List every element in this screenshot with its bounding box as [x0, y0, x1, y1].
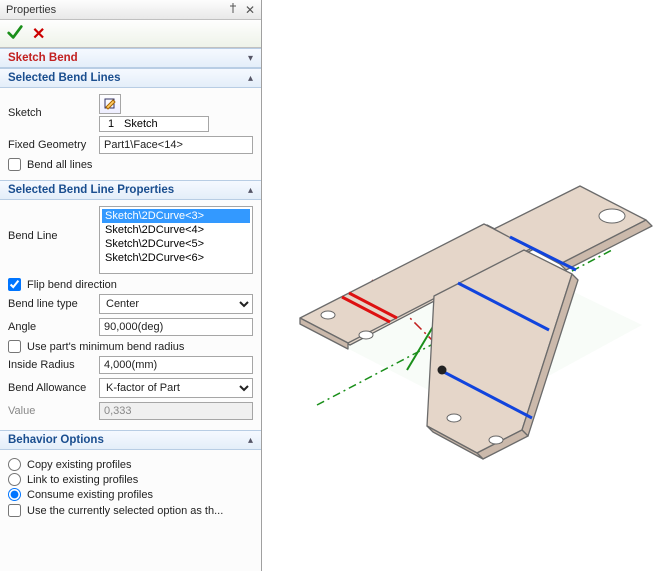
- properties-panel: Properties ✕ ✕ Sketch Bend ▾ Selected Be…: [0, 0, 262, 571]
- use-min-radius-label: Use part's minimum bend radius: [27, 341, 184, 353]
- bend-all-lines-label: Bend all lines: [27, 159, 92, 171]
- section-selected-bend-lines-header[interactable]: Selected Bend Lines ▴: [0, 68, 261, 88]
- section-title: Behavior Options: [8, 434, 104, 446]
- consume-profiles-label: Consume existing profiles: [27, 489, 153, 501]
- ok-button[interactable]: [6, 23, 24, 44]
- link-profiles-label: Link to existing profiles: [27, 474, 138, 486]
- feature-name: Sketch Bend: [8, 52, 78, 64]
- copy-profiles-label: Copy existing profiles: [27, 459, 132, 471]
- chevron-up-icon: ▴: [248, 435, 253, 446]
- cancel-button[interactable]: ✕: [32, 24, 45, 44]
- inside-radius-label: Inside Radius: [8, 359, 93, 371]
- chevron-up-icon: ▴: [248, 73, 253, 84]
- bend-line-item[interactable]: Sketch\2DCurve<5>: [102, 237, 250, 251]
- section-bend-props-header[interactable]: Selected Bend Line Properties ▴: [0, 180, 261, 200]
- model-viewport[interactable]: [262, 0, 658, 571]
- sketch-index: 1: [104, 118, 118, 130]
- panel-titlebar: Properties ✕: [0, 0, 261, 20]
- copy-profiles-input[interactable]: [8, 458, 21, 471]
- flip-bend-label: Flip bend direction: [27, 279, 117, 291]
- value-input: [99, 402, 253, 420]
- section-bend-props-body: Bend Line Sketch\2DCurve<3> Sketch\2DCur…: [0, 200, 261, 430]
- bend-allowance-label: Bend Allowance: [8, 382, 93, 394]
- edit-sketch-button[interactable]: [99, 94, 121, 114]
- chevron-down-icon: ▾: [248, 53, 253, 64]
- bend-line-type-select[interactable]: Center: [99, 294, 253, 314]
- consume-profiles-input[interactable]: [8, 488, 21, 501]
- pin-icon[interactable]: [227, 2, 239, 17]
- sketch-field[interactable]: 1 Sketch: [99, 116, 209, 132]
- bend-all-lines-input[interactable]: [8, 158, 21, 171]
- angle-input[interactable]: [99, 318, 253, 336]
- copy-profiles-radio[interactable]: Copy existing profiles: [8, 458, 253, 471]
- use-min-radius-input[interactable]: [8, 340, 21, 353]
- action-bar: ✕: [0, 20, 261, 48]
- section-selected-bend-lines-body: Sketch 1 Sketch Fixed Geometry Part1\Fac…: [0, 88, 261, 180]
- sketch-name: Sketch: [124, 118, 158, 130]
- feature-header[interactable]: Sketch Bend ▾: [0, 48, 261, 68]
- bend-line-list[interactable]: Sketch\2DCurve<3> Sketch\2DCurve<4> Sket…: [99, 206, 253, 274]
- fixed-geometry-label: Fixed Geometry: [8, 139, 93, 151]
- bend-line-item[interactable]: Sketch\2DCurve<6>: [102, 251, 250, 265]
- use-min-radius-checkbox[interactable]: Use part's minimum bend radius: [8, 340, 253, 353]
- section-behavior-body: Copy existing profiles Link to existing …: [0, 450, 261, 526]
- bend-line-item[interactable]: Sketch\2DCurve<4>: [102, 223, 250, 237]
- link-profiles-radio[interactable]: Link to existing profiles: [8, 473, 253, 486]
- panel-title: Properties: [6, 4, 56, 16]
- section-behavior-header[interactable]: Behavior Options ▴: [0, 430, 261, 450]
- default-option-label: Use the currently selected option as th.…: [27, 505, 223, 517]
- bend-line-item[interactable]: Sketch\2DCurve<3>: [102, 209, 250, 223]
- flip-bend-checkbox[interactable]: Flip bend direction: [8, 278, 253, 291]
- chevron-up-icon: ▴: [248, 185, 253, 196]
- section-title: Selected Bend Line Properties: [8, 184, 174, 196]
- section-title: Selected Bend Lines: [8, 72, 120, 84]
- bend-line-type-label: Bend line type: [8, 298, 93, 310]
- bend-line-label: Bend Line: [8, 206, 93, 242]
- consume-profiles-radio[interactable]: Consume existing profiles: [8, 488, 253, 501]
- angle-label: Angle: [8, 321, 93, 333]
- link-profiles-input[interactable]: [8, 473, 21, 486]
- bend-all-lines-checkbox[interactable]: Bend all lines: [8, 158, 253, 171]
- sketch-label: Sketch: [8, 107, 93, 119]
- model-view-svg: [262, 0, 658, 571]
- default-option-input[interactable]: [8, 504, 21, 517]
- flip-bend-input[interactable]: [8, 278, 21, 291]
- default-option-checkbox[interactable]: Use the currently selected option as th.…: [8, 504, 253, 517]
- bend-allowance-select[interactable]: K-factor of Part: [99, 378, 253, 398]
- value-label: Value: [8, 405, 93, 417]
- inside-radius-input[interactable]: [99, 356, 253, 374]
- fixed-geometry-field[interactable]: Part1\Face<14>: [99, 136, 253, 154]
- close-icon[interactable]: ✕: [245, 3, 255, 17]
